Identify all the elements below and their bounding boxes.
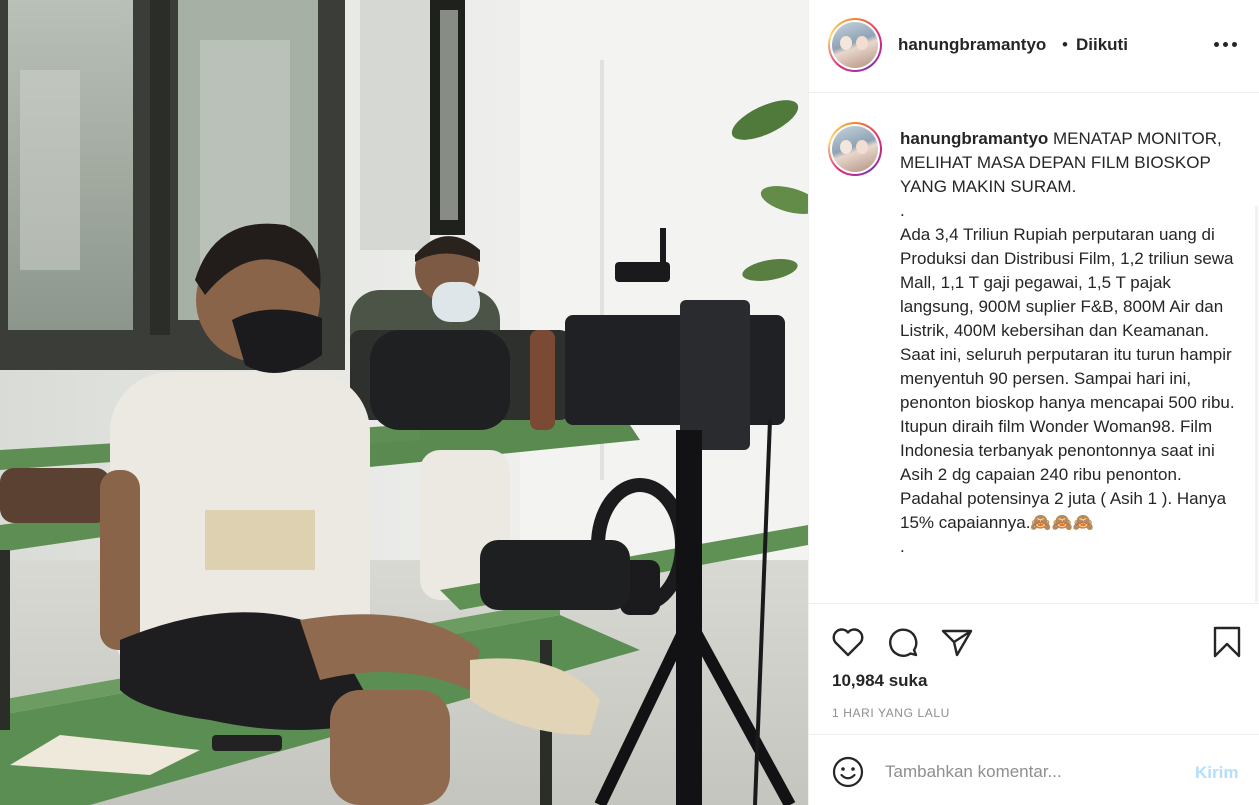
post-timestamp[interactable]: 1 HARI YANG LALU: [832, 706, 950, 720]
follow-status-button[interactable]: Diikuti: [1076, 35, 1128, 55]
caption-text: MENATAP MONITOR, MELIHAT MASA DEPAN FILM…: [900, 129, 1235, 556]
comment-icon[interactable]: [885, 624, 921, 660]
post-header: hanungbramantyo • Diikuti: [809, 0, 1259, 93]
post-side-panel: hanungbramantyo • Diikuti hanungbramanty…: [808, 0, 1259, 805]
more-options-icon[interactable]: [1214, 34, 1240, 54]
caption-username[interactable]: hanungbramantyo: [900, 129, 1048, 148]
follow-separator: •: [1062, 35, 1068, 54]
photo-illustration: [0, 0, 808, 805]
author-avatar[interactable]: [828, 18, 882, 72]
caption-scrollbar[interactable]: [1255, 206, 1258, 602]
post-photo[interactable]: [0, 0, 808, 805]
caption-section: hanungbramantyo MENATAP MONITOR, MELIHAT…: [809, 94, 1259, 602]
post-caption: hanungbramantyo MENATAP MONITOR, MELIHAT…: [900, 127, 1245, 559]
comment-input[interactable]: [885, 757, 1175, 787]
add-comment-form: Kirim: [809, 734, 1259, 805]
like-count[interactable]: 10,984 suka: [832, 671, 927, 691]
author-username[interactable]: hanungbramantyo: [898, 35, 1046, 55]
heart-icon[interactable]: [830, 624, 866, 660]
caption-author-avatar[interactable]: [828, 122, 882, 176]
bookmark-icon[interactable]: [1209, 624, 1245, 660]
post-actions: 10,984 suka 1 HARI YANG LALU: [809, 603, 1259, 734]
smiley-icon[interactable]: [831, 755, 865, 789]
paper-plane-icon[interactable]: [939, 624, 975, 660]
post-comment-button[interactable]: Kirim: [1195, 763, 1238, 783]
